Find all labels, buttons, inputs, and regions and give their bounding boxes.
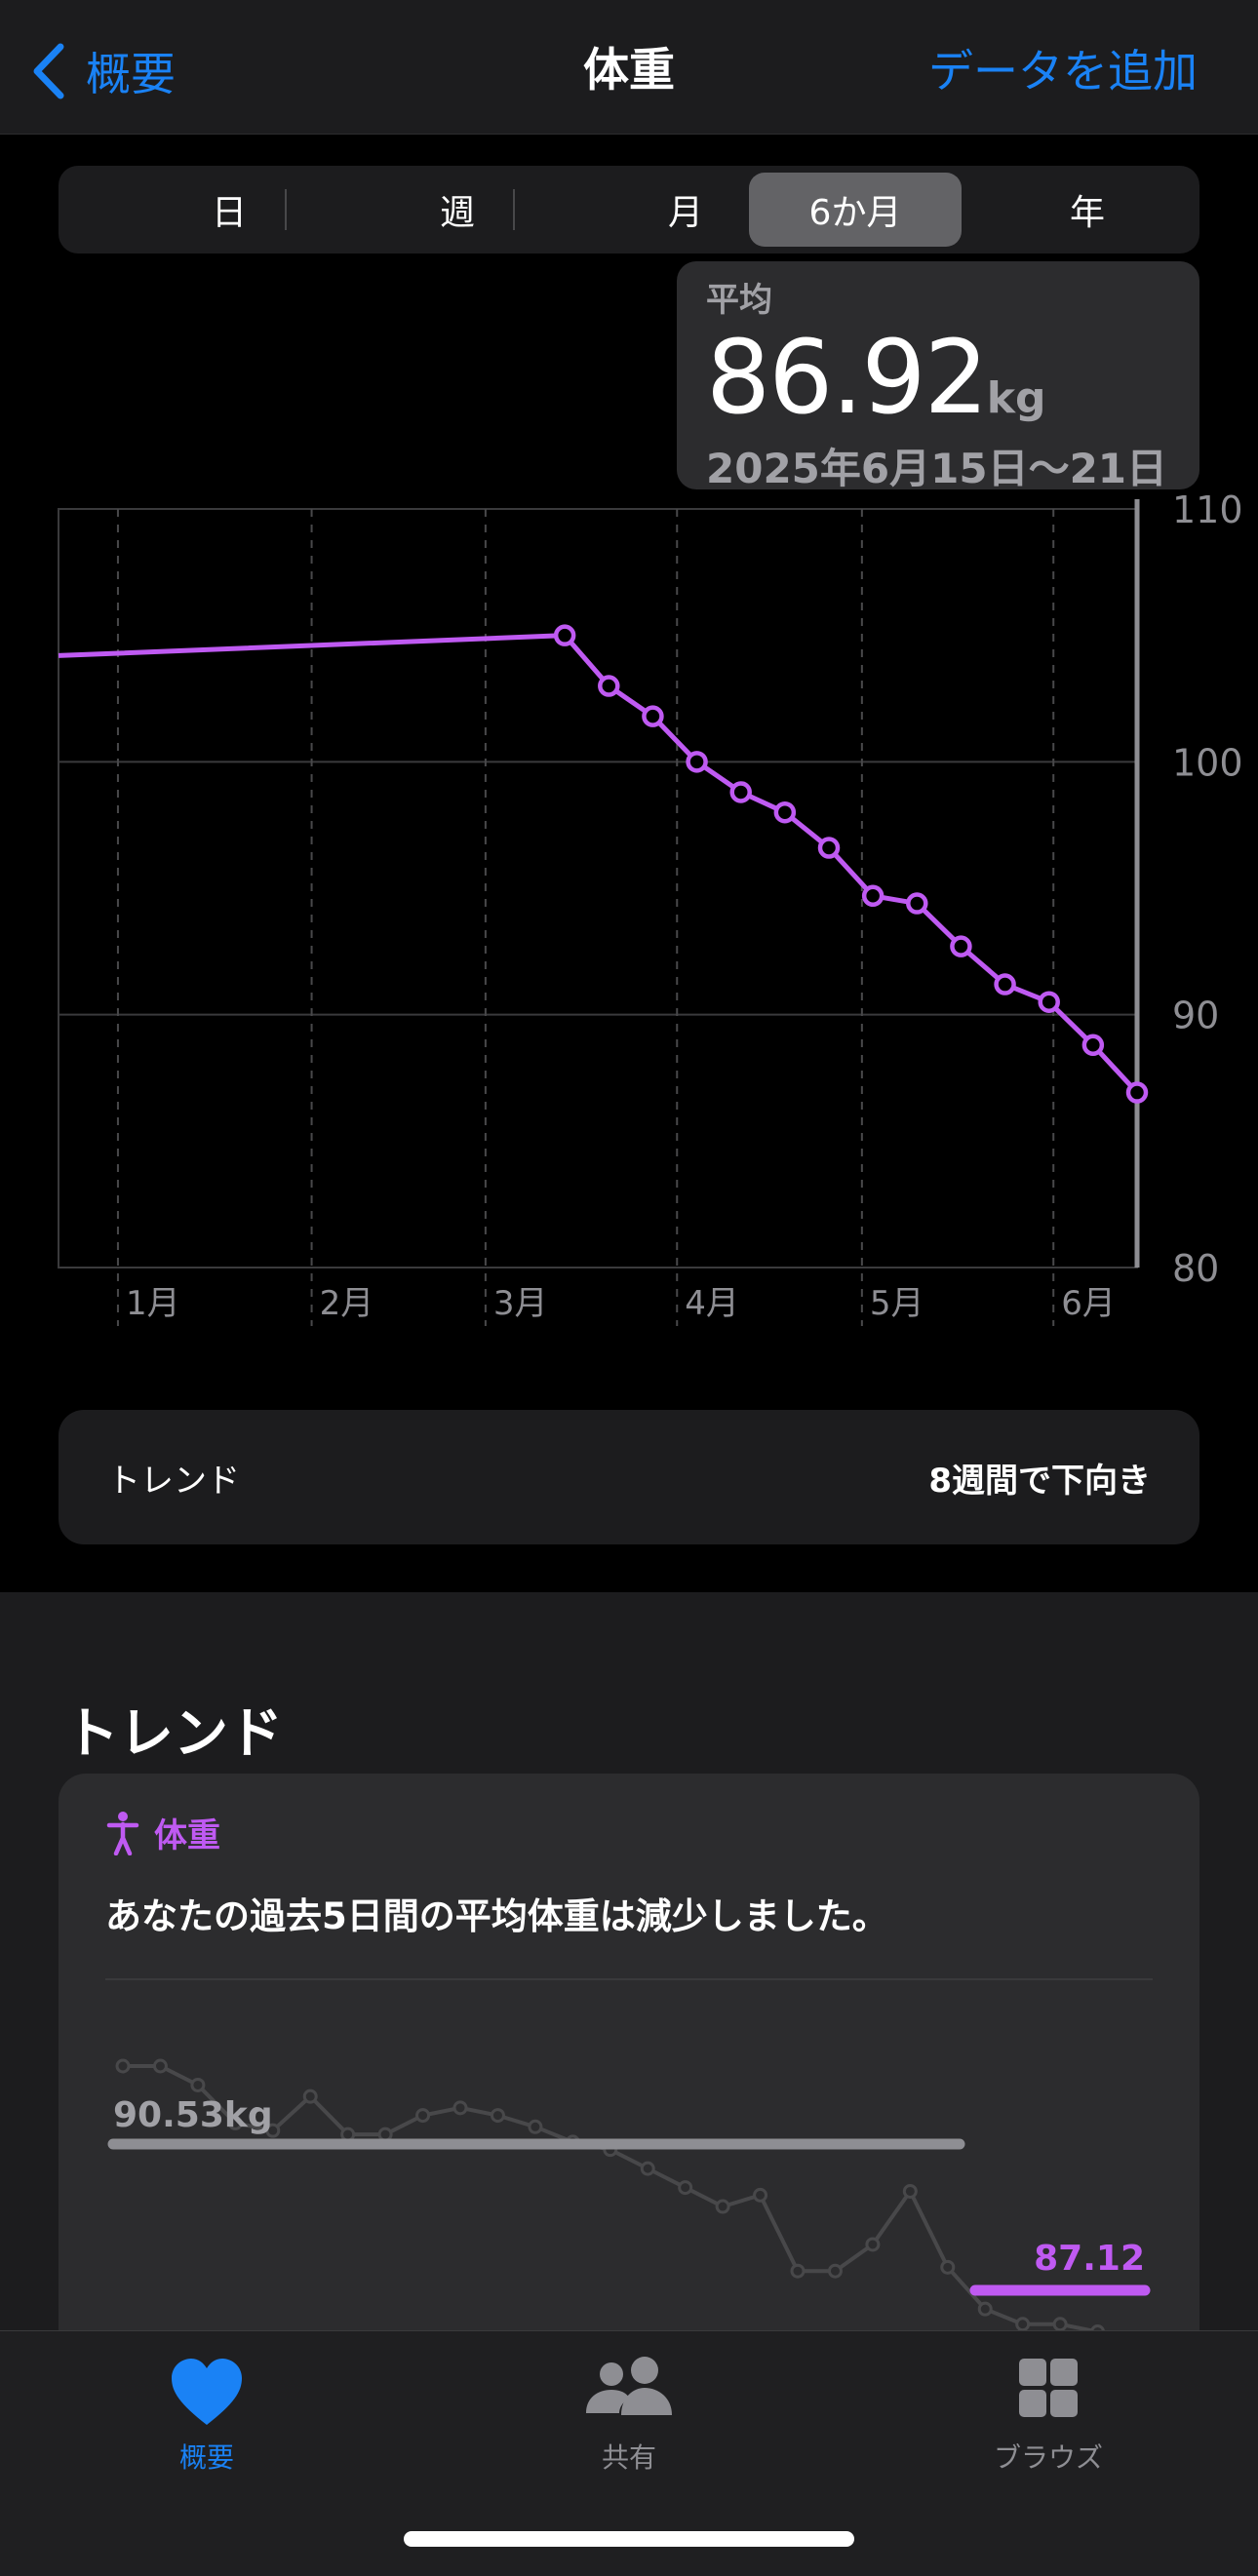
data-point bbox=[1125, 1081, 1149, 1104]
y-tick-label: 80 bbox=[1172, 1247, 1219, 1290]
trend-history-point bbox=[490, 2108, 505, 2124]
trend-summary-row[interactable]: トレンド 8週間で下向き bbox=[59, 1410, 1199, 1544]
tab-browse[interactable]: ブラウズ bbox=[922, 2353, 1175, 2476]
trend-history-point bbox=[790, 2263, 806, 2279]
tab-summary-label: 概要 bbox=[178, 2441, 234, 2474]
data-point bbox=[994, 973, 1016, 995]
home-indicator bbox=[404, 2531, 854, 2547]
trend-history-point bbox=[715, 2199, 730, 2214]
tab-browse-label: ブラウズ bbox=[993, 2441, 1103, 2474]
data-point bbox=[950, 935, 972, 957]
previous-average-label: 90.53kg bbox=[113, 2095, 273, 2135]
weight-series-line bbox=[58, 633, 1139, 1095]
data-point bbox=[642, 705, 664, 727]
segment-year[interactable]: 年 bbox=[981, 173, 1194, 247]
trend-history-point bbox=[678, 2180, 693, 2196]
trend-history-point bbox=[753, 2187, 768, 2203]
trend-history-point bbox=[827, 2263, 843, 2279]
segment-divider bbox=[285, 189, 287, 230]
data-point bbox=[686, 751, 708, 773]
average-value: 86.92 bbox=[706, 318, 989, 437]
data-point bbox=[729, 781, 752, 803]
data-point bbox=[773, 800, 797, 824]
trend-history-point bbox=[902, 2183, 918, 2199]
data-point bbox=[817, 837, 841, 859]
trend-value: 8週間で下向き bbox=[928, 1461, 1151, 1501]
data-point bbox=[906, 892, 928, 915]
heart-icon bbox=[172, 2359, 242, 2425]
trend-label: トレンド bbox=[107, 1461, 240, 1501]
average-label: 平均 bbox=[706, 281, 772, 320]
trend-history-point bbox=[115, 2058, 131, 2074]
data-point bbox=[861, 884, 885, 908]
weight-chart[interactable]: 110 100 90 80 1月 2月 3月 4月 5月 6月 bbox=[0, 488, 1258, 1346]
x-tick-label: 3月 bbox=[493, 1284, 548, 1323]
trend-history-point bbox=[190, 2077, 206, 2092]
trend-history-point bbox=[528, 2119, 543, 2134]
selection-summary: 平均 86.92kg 2025年6月15日～21日 bbox=[677, 261, 1199, 492]
trend-history-point bbox=[452, 2100, 468, 2116]
y-tick-label: 110 bbox=[1172, 488, 1243, 531]
y-tick-label: 90 bbox=[1172, 995, 1219, 1037]
navigation-bar: 概要 体重 データを追加 bbox=[0, 0, 1258, 135]
trend-history-point bbox=[152, 2058, 168, 2074]
trend-history-point bbox=[415, 2108, 431, 2124]
trend-history-point bbox=[377, 2127, 393, 2142]
health-weight-screen: 概要 体重 データを追加 日 週 月 6か月 年 平均 86.92kg 2025… bbox=[0, 0, 1258, 2576]
x-tick-label: 5月 bbox=[870, 1284, 924, 1323]
trends-section-title: トレンド bbox=[64, 1702, 283, 1766]
x-tick-label: 1月 bbox=[126, 1284, 180, 1323]
time-range-segmented-control: 日 週 月 6か月 年 bbox=[59, 166, 1199, 254]
add-data-button[interactable]: データを追加 bbox=[928, 37, 1198, 105]
data-point bbox=[1038, 991, 1060, 1013]
data-point bbox=[553, 624, 576, 646]
trend-history-point bbox=[940, 2259, 956, 2275]
tab-summary[interactable]: 概要 bbox=[80, 2353, 334, 2476]
y-tick-label: 100 bbox=[1172, 741, 1243, 784]
trend-history-point bbox=[640, 2161, 655, 2176]
segment-week[interactable]: 週 bbox=[351, 173, 564, 247]
trend-history-point bbox=[340, 2127, 356, 2142]
trend-history-point bbox=[865, 2237, 881, 2252]
trend-history-point bbox=[1052, 2317, 1068, 2332]
x-tick-label: 2月 bbox=[320, 1284, 374, 1323]
x-tick-label: 4月 bbox=[685, 1284, 739, 1323]
people-icon bbox=[586, 2357, 672, 2415]
weight-line-chart[interactable]: 110 100 90 80 1月 2月 3月 4月 5月 6月 bbox=[0, 488, 1258, 1346]
plot-frame bbox=[58, 508, 1138, 1268]
x-tick-label: 6月 bbox=[1061, 1284, 1116, 1323]
trend-history-point bbox=[302, 2088, 318, 2104]
data-point bbox=[1081, 1034, 1105, 1057]
date-range: 2025年6月15日～21日 bbox=[706, 445, 1168, 492]
segment-divider bbox=[513, 189, 515, 230]
average-value-row: 86.92kg bbox=[706, 327, 1170, 428]
tab-sharing[interactable]: 共有 bbox=[502, 2353, 756, 2476]
tab-sharing-label: 共有 bbox=[601, 2441, 656, 2474]
data-point bbox=[598, 675, 620, 697]
grid-icon bbox=[1019, 2359, 1078, 2417]
segment-day[interactable]: 日 bbox=[123, 173, 335, 247]
trend-history-point bbox=[1015, 2317, 1031, 2332]
segment-six-months[interactable]: 6か月 bbox=[749, 173, 962, 247]
current-average-label: 87.12 bbox=[1034, 2239, 1145, 2279]
trend-history-point bbox=[977, 2301, 993, 2317]
average-unit: kg bbox=[986, 373, 1046, 423]
